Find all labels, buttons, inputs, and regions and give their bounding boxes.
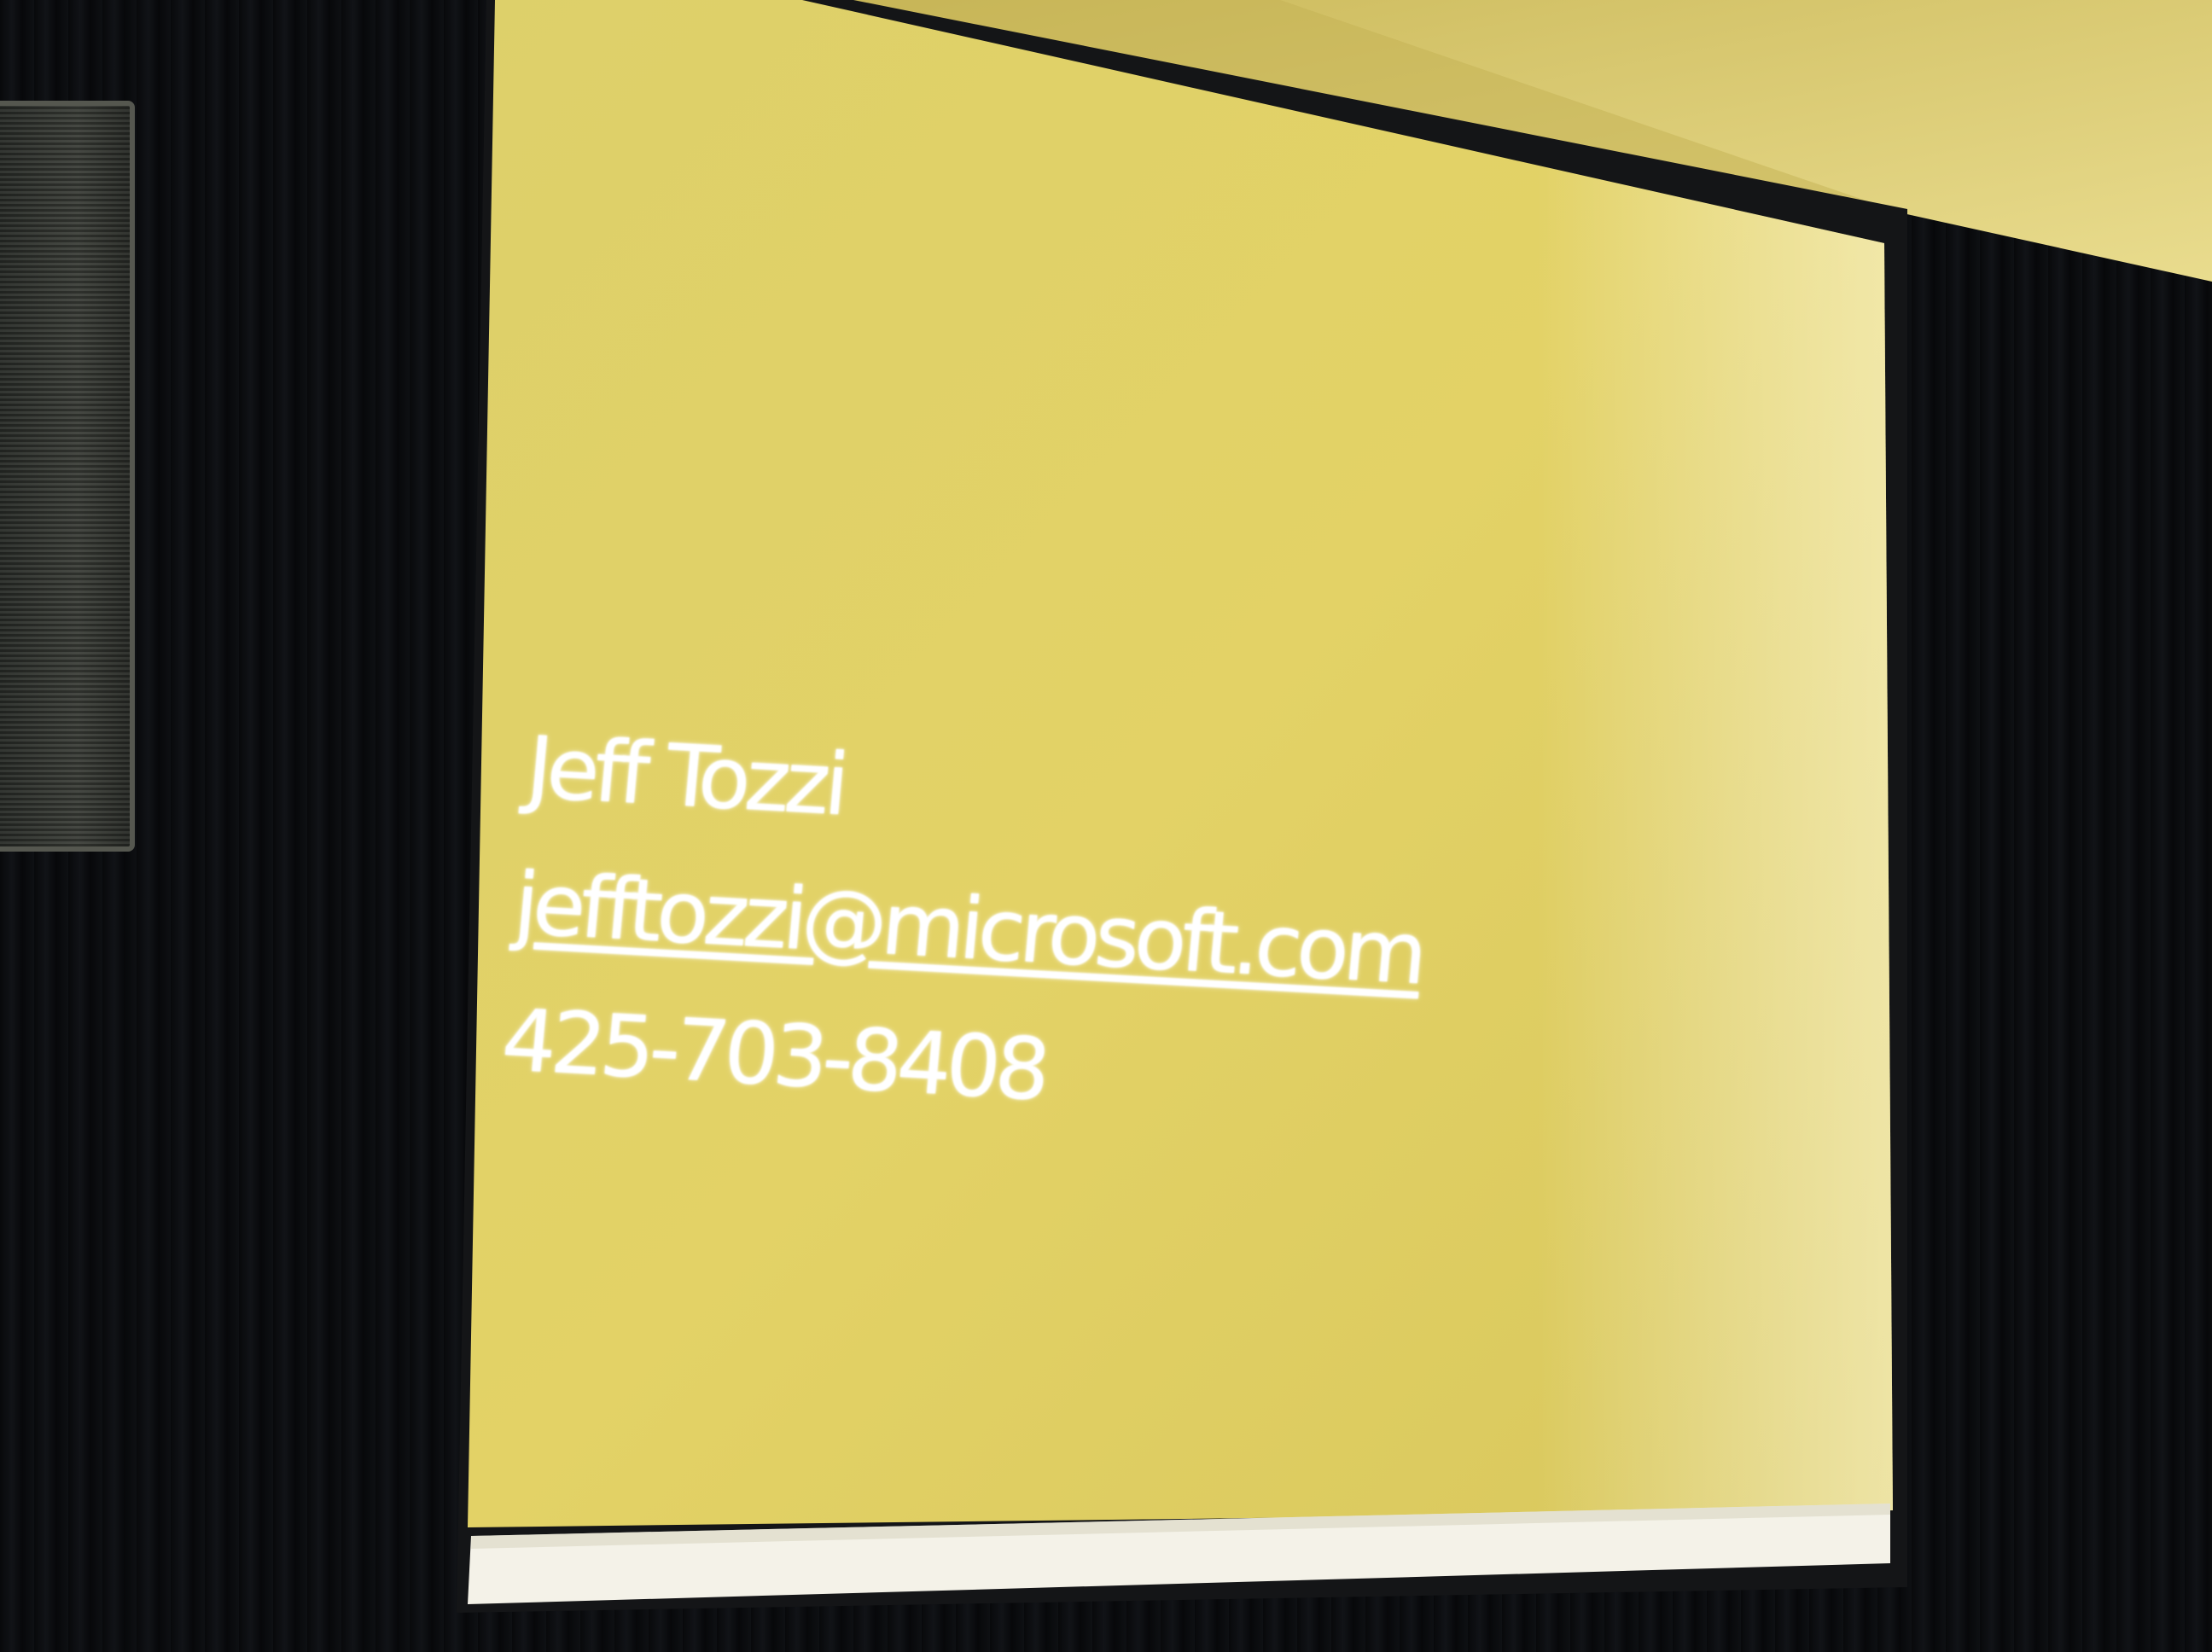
contact-info: Jeff Tozzi jefftozzi@microsoft.com 425-7…: [496, 700, 1470, 1160]
photo-scene: Jeff Tozzi jefftozzi@microsoft.com 425-7…: [0, 0, 2212, 1652]
